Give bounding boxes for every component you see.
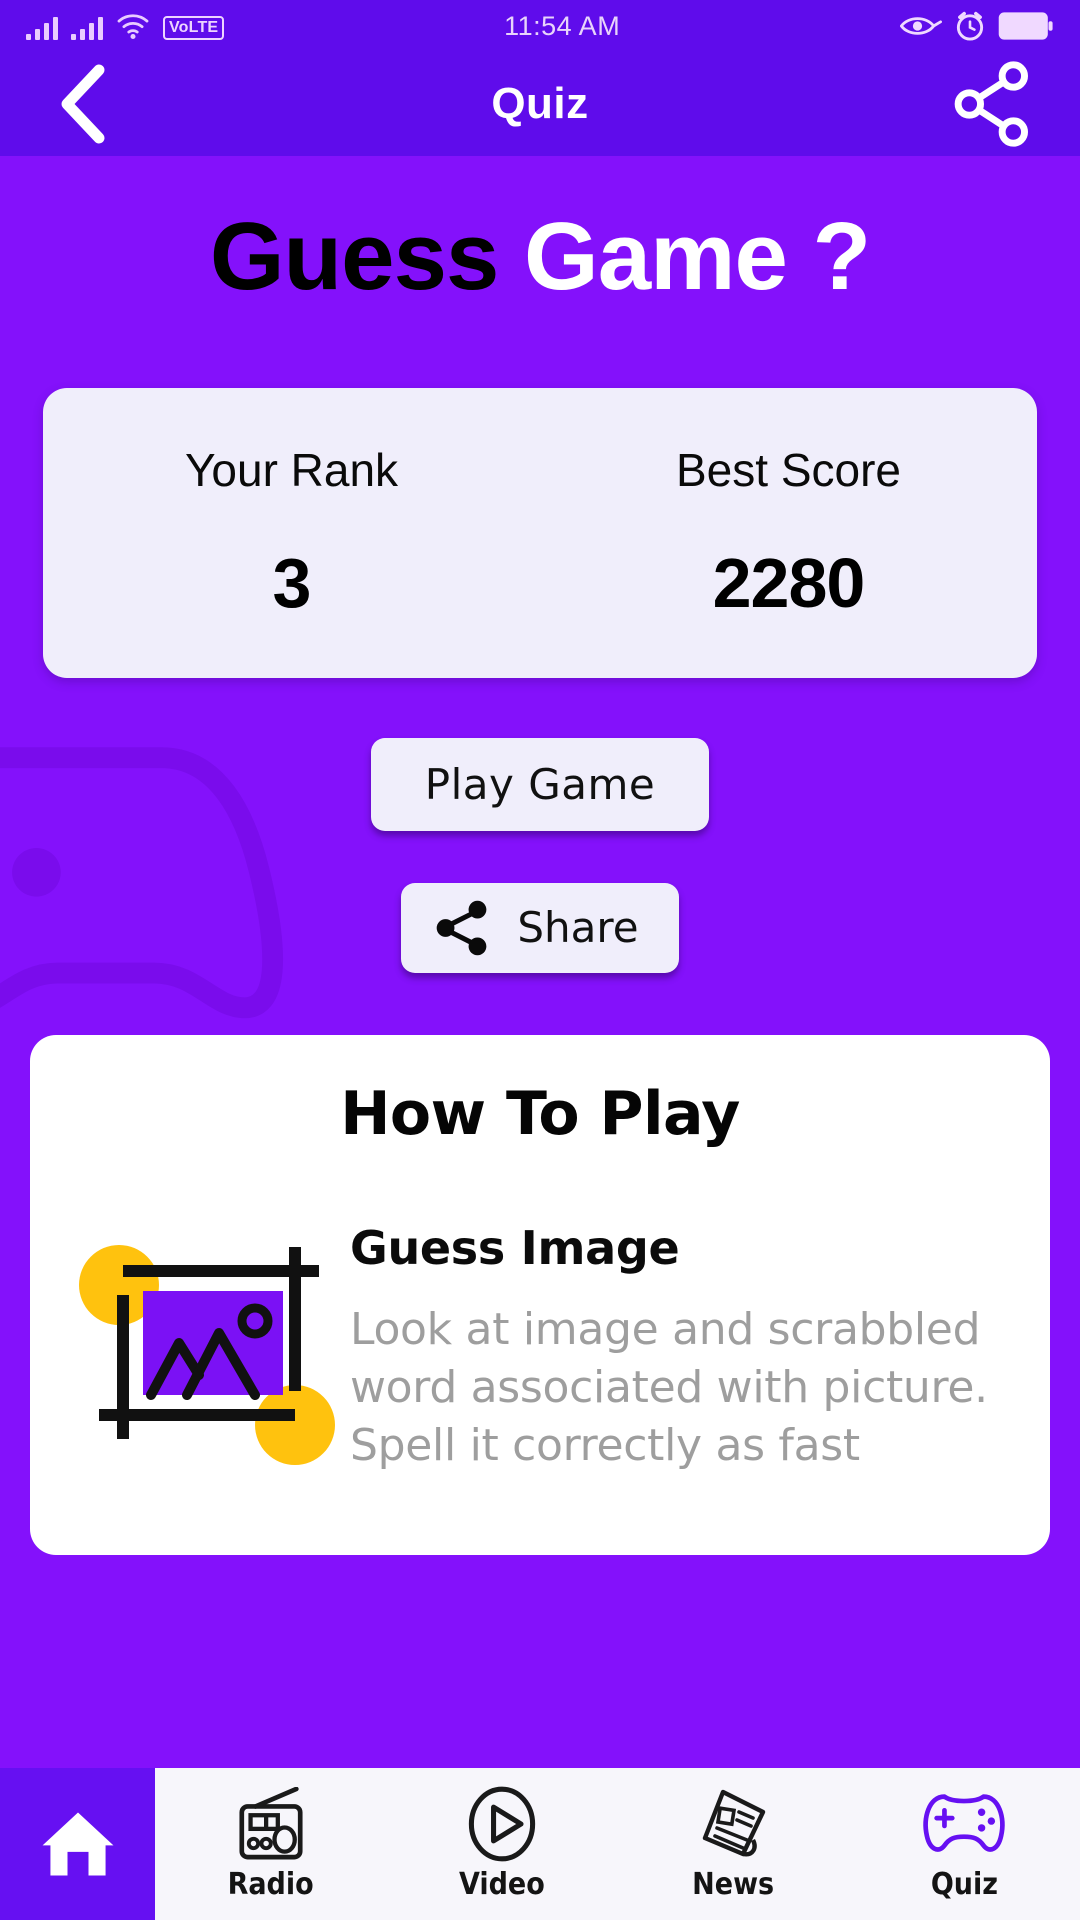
eye-icon [900,17,942,35]
signal-bars-sim2-icon [71,14,103,40]
page-title: Guess Game ? [0,204,1080,310]
rank-value: 3 [272,543,312,622]
how-to-play-title: How To Play [340,1078,740,1149]
nav-item-home[interactable] [0,1768,155,1920]
play-circle-icon [464,1786,540,1861]
rank-label: Your Rank [184,443,399,496]
battery-icon [998,12,1053,40]
status-bar-clock: 11:54 AM [504,10,621,41]
status-bar: VoLTE 11:54 AM [0,0,1080,52]
action-buttons: Play Game Share [0,678,1080,973]
page-title-light: Game ? [524,203,871,310]
guess-image-text: Guess Image Look at image and scrabbled … [350,1221,1020,1475]
volte-badge: VoLTE [163,16,225,40]
rank-column: Your Rank 3 [43,388,540,678]
newspaper-icon [695,1787,771,1861]
nav-label-quiz: Quiz [930,1866,998,1902]
gamepad-icon [921,1787,1007,1861]
share-top-button[interactable] [952,61,1032,147]
item-heading: Guess Image [350,1220,680,1275]
guess-image-illustration [60,1221,350,1475]
nav-label-video: Video [458,1866,545,1902]
page-title-dark: Guess [209,203,499,310]
best-score-column: Best Score 2280 [540,388,1037,678]
wifi-icon [117,14,149,40]
app-bar: Quiz [0,52,1080,156]
signal-bars-sim1-icon [26,14,58,40]
nav-item-radio[interactable]: Radio [155,1768,386,1920]
play-game-button[interactable]: Play Game [370,737,710,831]
chevron-left-icon [61,64,105,144]
nav-item-quiz[interactable]: Quiz [849,1768,1080,1920]
main-content: Guess Game ? Your Rank 3 Best Score 2280… [0,156,1080,1768]
nav-label-radio: Radio [227,1866,314,1902]
image-crop-frame-icon [79,1244,335,1465]
radio-icon [232,1786,310,1861]
how-to-play-card: How To Play Guess Image Look at image an… [30,1034,1050,1555]
nav-item-video[interactable]: Video [386,1768,617,1920]
item-body: Look at image and scrabbled word associa… [350,1303,988,1471]
bottom-nav: Radio Video News Quiz [0,1768,1080,1920]
status-bar-left: VoLTE [26,12,225,40]
best-score-value: 2280 [712,543,866,622]
alarm-icon [956,11,984,41]
share-icon [437,900,487,955]
best-score-label: Best Score [676,443,901,496]
list-item: Guess Image Look at image and scrabbled … [30,1149,1050,1475]
share-button-label: Share [517,903,639,953]
nav-label-news: News [692,1866,775,1902]
score-card: Your Rank 3 Best Score 2280 [43,387,1037,678]
status-bar-right [900,10,1054,42]
share-icon [954,61,1028,147]
back-button[interactable] [48,64,118,144]
app-bar-title: Quiz [491,79,589,128]
home-icon [42,1812,113,1876]
share-button[interactable]: Share [401,882,679,973]
nav-item-news[interactable]: News [618,1768,849,1920]
